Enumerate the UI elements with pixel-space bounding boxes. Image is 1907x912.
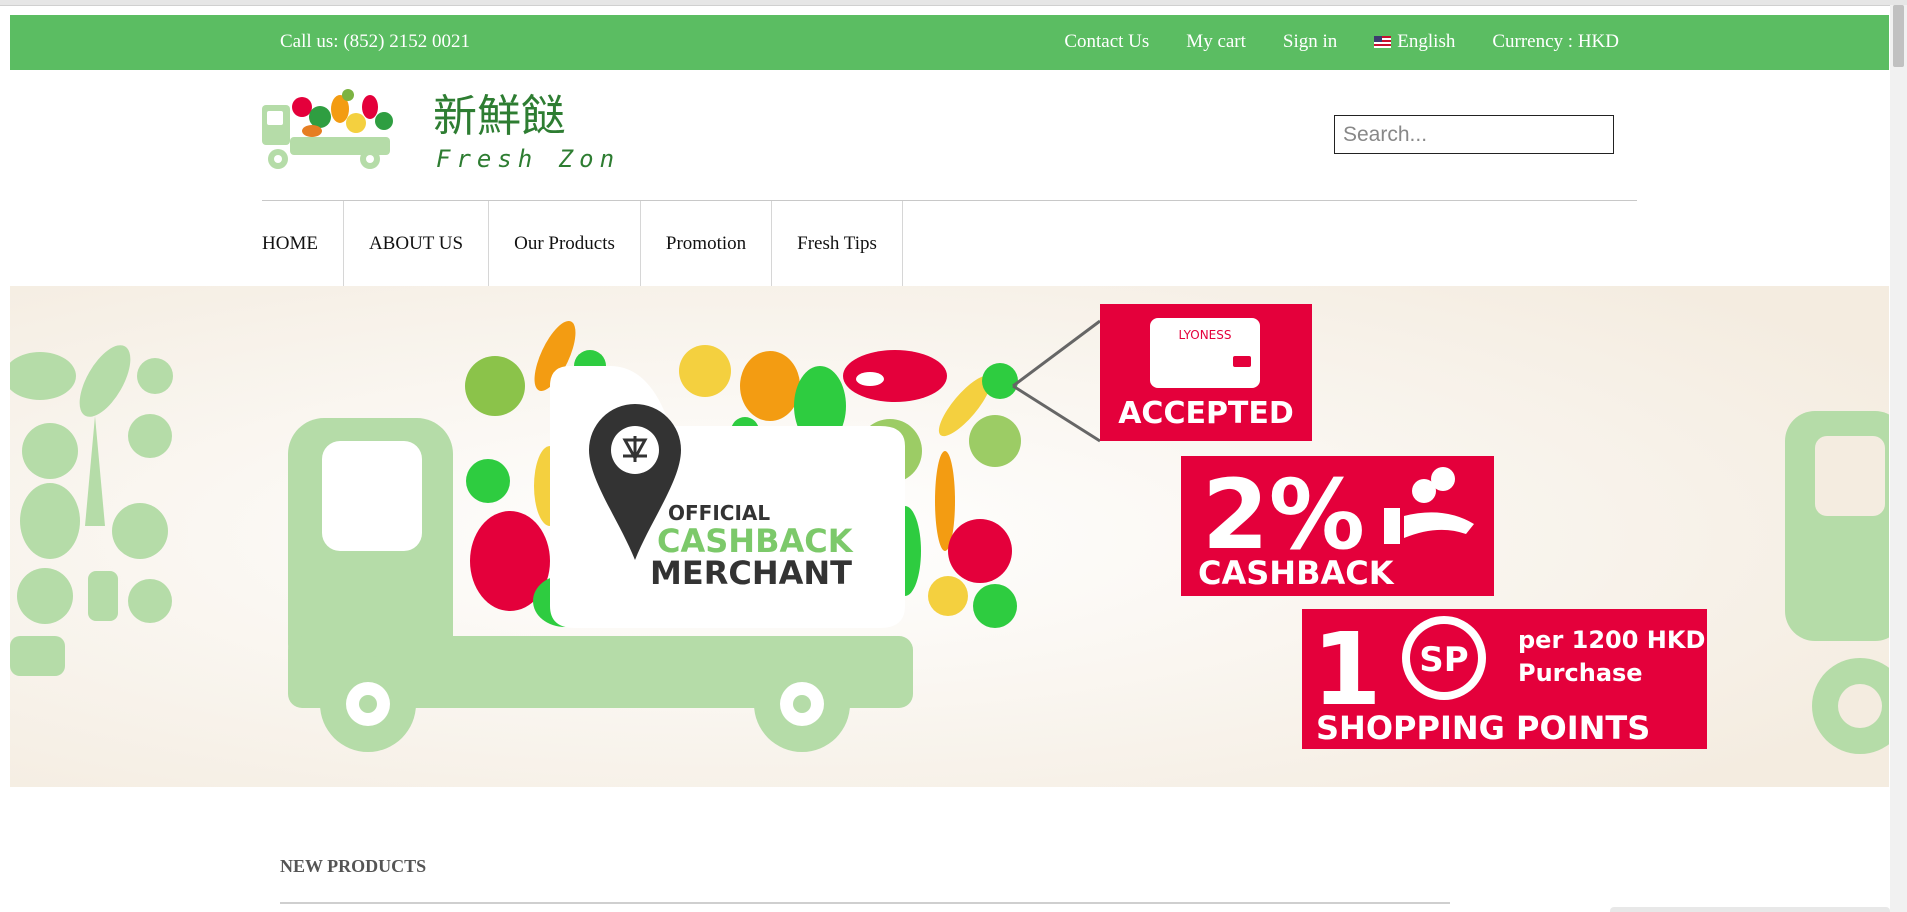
logo-english-text: Fresh Zone — [436, 145, 620, 173]
phone-number: Call us: (852) 2152 0021 — [280, 31, 470, 52]
promo-banner[interactable]: OFFICIAL CASHBACK MERCHANT LYONESS ACCEP… — [10, 286, 1889, 787]
scrollbar-thumb[interactable] — [1893, 5, 1904, 67]
language-selector[interactable]: English — [1374, 31, 1455, 53]
section-divider — [280, 902, 1450, 904]
lyoness-brand: LYONESS — [1178, 328, 1231, 342]
cashback-card: 2% CASHBACK — [1181, 456, 1494, 596]
nav-about-us[interactable]: ABOUT US — [344, 201, 490, 286]
per-purchase-line1: per 1200 HKD — [1518, 626, 1705, 654]
main-nav: HOME ABOUT US Our Products Promotion Fre… — [262, 201, 903, 286]
site-logo[interactable]: 新鮮餸 Fresh Zone — [260, 87, 620, 175]
scrollbar[interactable] — [1890, 5, 1907, 912]
sp-badge: SP — [1419, 640, 1468, 680]
shopping-points-label: SHOPPING POINTS — [1316, 709, 1650, 747]
sign-in-link[interactable]: Sign in — [1283, 31, 1337, 53]
top-bar: Call us: (852) 2152 0021 Contact Us My c… — [10, 15, 1889, 70]
merchant-text: MERCHANT — [650, 554, 852, 592]
nav-our-products[interactable]: Our Products — [489, 201, 641, 286]
nav-promotion[interactable]: Promotion — [641, 201, 773, 286]
lyoness-accepted-card: LYONESS ACCEPTED — [1100, 304, 1312, 441]
language-label: English — [1397, 31, 1456, 52]
logo-truck-icon — [262, 89, 393, 169]
contact-us-link[interactable]: Contact Us — [1064, 31, 1149, 53]
logo-chinese-text: 新鮮餸 — [433, 91, 565, 142]
shopping-points-card: 1 SP per 1200 HKD Purchase SHOPPING POIN… — [1302, 609, 1707, 749]
browser-top-edge — [0, 0, 1907, 6]
currency-selector[interactable]: Currency : HKD — [1492, 31, 1619, 53]
us-flag-icon — [1374, 36, 1392, 48]
search-input[interactable] — [1334, 115, 1614, 154]
top-links: Contact Us My cart Sign in English Curre… — [1064, 31, 1619, 53]
new-products-heading: NEW PRODUCTS — [280, 856, 427, 876]
hand-coins-icon — [1384, 508, 1400, 544]
sidebar-widget-edge — [1610, 907, 1890, 912]
cashback-label: CASHBACK — [1198, 554, 1395, 592]
per-purchase-line2: Purchase — [1518, 659, 1643, 687]
nav-fresh-tips[interactable]: Fresh Tips — [772, 201, 903, 286]
my-cart-link[interactable]: My cart — [1186, 31, 1246, 53]
accepted-text: ACCEPTED — [1118, 396, 1294, 431]
nav-home[interactable]: HOME — [262, 201, 344, 286]
